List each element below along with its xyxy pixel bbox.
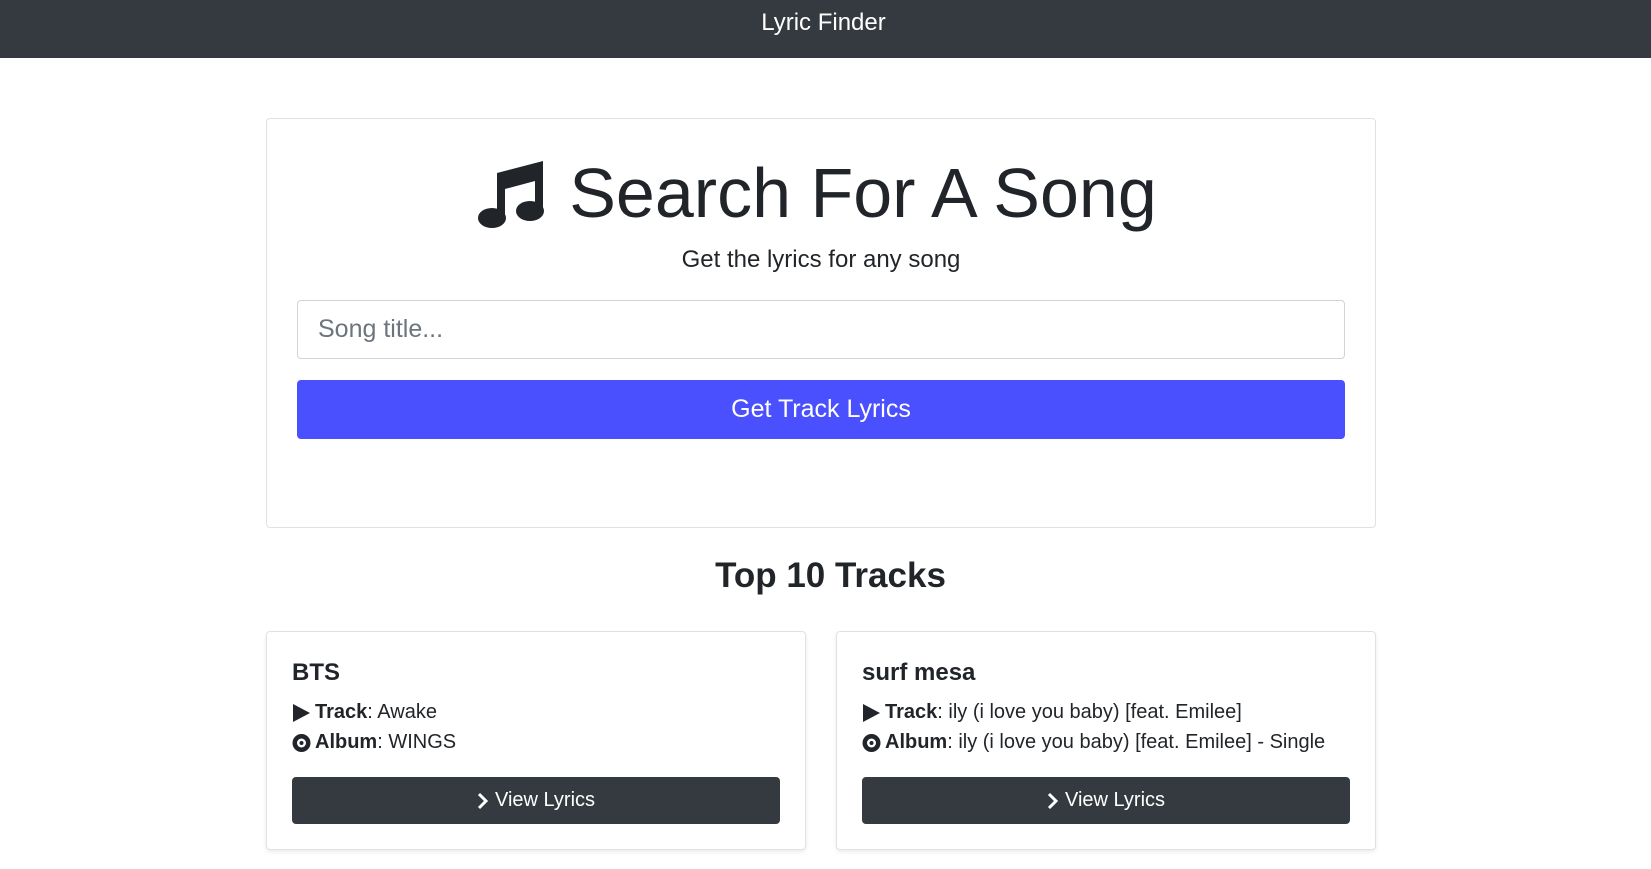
top-tracks-heading: Top 10 Tracks	[715, 556, 946, 595]
play-icon	[292, 703, 311, 723]
album-info: Album: WINGS	[292, 731, 456, 754]
view-lyrics-label: View Lyrics	[494, 789, 596, 811]
track-info: Track: ily (i love you baby) [feat. Emil…	[862, 701, 1242, 724]
album-name: : ily (i love you baby) [feat. Emilee] -…	[947, 731, 1326, 753]
play-icon	[862, 703, 881, 723]
compact-disc-icon	[292, 733, 311, 753]
track-card: surf mesa Track: ily (i love you baby) […	[836, 631, 1376, 850]
view-lyrics-button[interactable]: View Lyrics	[292, 777, 780, 824]
album-label: Album	[885, 731, 948, 753]
music-note-icon	[477, 157, 547, 229]
view-lyrics-button[interactable]: View Lyrics	[862, 777, 1350, 824]
track-label: Track	[315, 701, 368, 723]
album-name: : WINGS	[377, 731, 457, 753]
artist-name: surf mesa	[862, 659, 976, 686]
chevron-right-icon	[1047, 792, 1059, 810]
view-lyrics-label: View Lyrics	[1064, 789, 1166, 811]
track-name: : Awake	[367, 701, 437, 723]
track-info: Track: Awake	[292, 701, 437, 724]
album-label: Album	[315, 731, 378, 753]
page-subtitle: Get the lyrics for any song	[681, 246, 961, 273]
navbar-brand[interactable]: Lyric Finder	[761, 9, 885, 37]
get-track-lyrics-button[interactable]: Get Track Lyrics	[297, 380, 1345, 439]
track-label: Track	[885, 701, 938, 723]
track-name: : ily (i love you baby) [feat. Emilee]	[937, 701, 1242, 723]
navbar: Lyric Finder	[0, 0, 1651, 58]
track-card: BTS Track: Awake Album: WINGS View Lyric…	[266, 631, 806, 850]
album-info: Album: ily (i love you baby) [feat. Emil…	[862, 731, 1325, 754]
search-card: Search For A Song Get the lyrics for any…	[266, 118, 1376, 528]
compact-disc-icon	[862, 733, 881, 753]
chevron-right-icon	[477, 792, 489, 810]
page-title: Search For A Song	[569, 154, 1157, 232]
search-heading: Search For A Song	[267, 152, 1375, 234]
song-title-input[interactable]	[297, 300, 1345, 359]
artist-name: BTS	[292, 659, 340, 686]
